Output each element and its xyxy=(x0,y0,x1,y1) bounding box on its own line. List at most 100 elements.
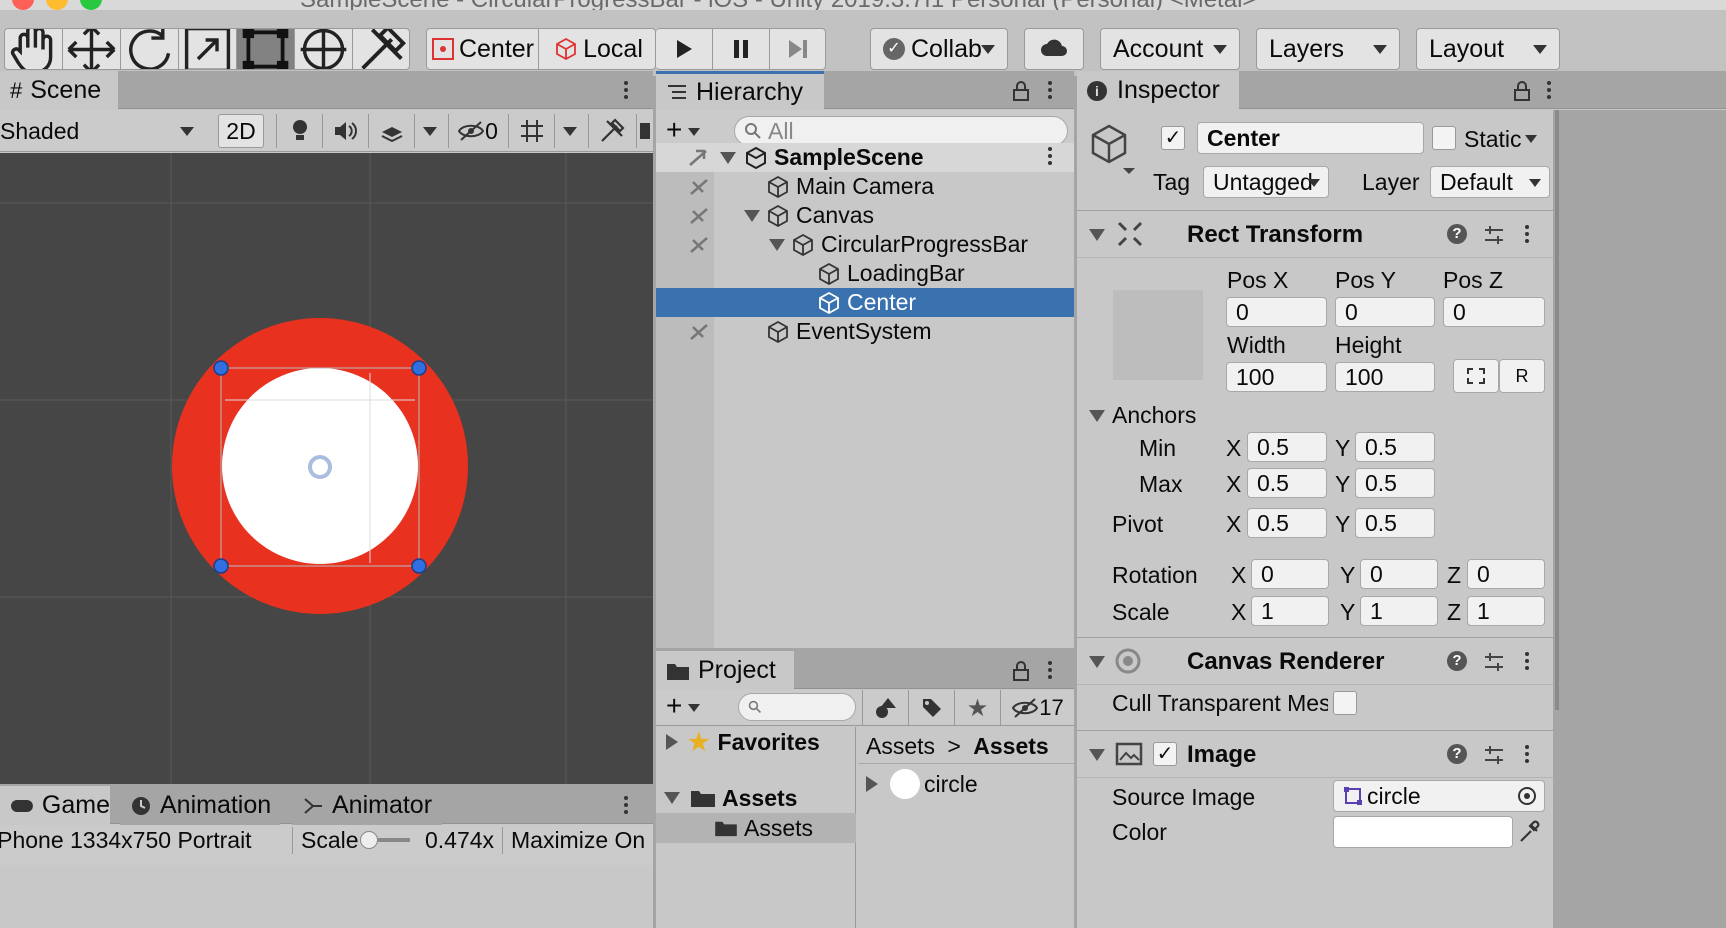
scene-row-menu-icon[interactable] xyxy=(1048,145,1054,169)
layout-dropdown[interactable]: Layout xyxy=(1416,28,1560,70)
create-button[interactable]: + xyxy=(666,116,701,144)
inspector-menu-icon[interactable] xyxy=(1547,79,1553,103)
hidden-eye-icon[interactable] xyxy=(688,176,712,198)
expand-triangle-icon[interactable] xyxy=(664,792,680,804)
anchor-min-x-field[interactable]: 0.5 xyxy=(1247,432,1327,462)
hierarchy-item-canvas[interactable]: Canvas xyxy=(656,201,1074,230)
favorites-row[interactable]: ★ Favorites xyxy=(656,727,856,757)
effects-dropdown[interactable] xyxy=(414,114,444,148)
custom-tool-icon[interactable] xyxy=(353,29,409,69)
raw-edit-button[interactable]: R xyxy=(1499,359,1545,393)
tag-dropdown[interactable]: Untagged xyxy=(1203,166,1329,198)
hierarchy-menu-icon[interactable] xyxy=(1048,79,1054,103)
pos-z-field[interactable]: 0 xyxy=(1443,297,1545,327)
pivot-center-button[interactable]: Center xyxy=(427,29,539,69)
tab-hierarchy[interactable]: Hierarchy xyxy=(656,71,824,110)
eyedropper-icon[interactable] xyxy=(1517,819,1543,845)
lighting-toggle[interactable] xyxy=(276,114,322,148)
step-button[interactable] xyxy=(770,29,825,69)
scale-z-field[interactable]: 1 xyxy=(1467,596,1545,626)
canvas-renderer-header[interactable]: Canvas Renderer ? xyxy=(1077,637,1553,685)
tab-project[interactable]: Project xyxy=(656,651,794,690)
scene-canvas[interactable] xyxy=(0,153,653,784)
rotation-x-field[interactable]: 0 xyxy=(1251,559,1329,589)
image-enabled-checkbox[interactable]: ✓ xyxy=(1153,742,1177,766)
rect-tool-icon[interactable] xyxy=(237,29,295,69)
presets-icon[interactable] xyxy=(1483,744,1505,766)
lock-icon[interactable] xyxy=(1513,80,1531,102)
minimize-window-button[interactable] xyxy=(46,0,68,10)
presets-icon[interactable] xyxy=(1483,651,1505,673)
scene-toolbar-overflow[interactable] xyxy=(636,114,653,148)
zoom-window-button[interactable] xyxy=(80,0,102,10)
blueprint-mode-button[interactable] xyxy=(1453,359,1499,393)
create-asset-button[interactable]: + xyxy=(666,692,701,720)
hidden-eye-icon[interactable] xyxy=(686,147,712,169)
expand-triangle-icon[interactable] xyxy=(769,239,785,251)
effects-toggle[interactable] xyxy=(368,114,414,148)
layers-dropdown[interactable]: Layers xyxy=(1256,28,1400,70)
hidden-packages-toggle[interactable]: 17 xyxy=(1000,690,1074,726)
hierarchy-item-event-system[interactable]: EventSystem xyxy=(656,317,1074,346)
anchors-triangle-icon[interactable] xyxy=(1089,410,1105,422)
collapse-triangle-icon[interactable] xyxy=(1089,656,1105,668)
project-menu-icon[interactable] xyxy=(1048,659,1054,683)
move-tool-icon[interactable] xyxy=(63,29,121,69)
layer-dropdown[interactable]: Default xyxy=(1430,166,1550,198)
help-icon[interactable]: ? xyxy=(1447,651,1467,671)
scale-x-field[interactable]: 1 xyxy=(1251,596,1329,626)
resolution-dropdown[interactable]: iPhone 1334x750 Portrait xyxy=(0,827,252,854)
anchor-presets-button[interactable] xyxy=(1113,290,1203,380)
tab-scene[interactable]: # Scene xyxy=(0,71,118,110)
pause-button[interactable] xyxy=(713,29,770,69)
source-image-field[interactable]: circle xyxy=(1333,780,1545,812)
grid-toggle[interactable] xyxy=(508,114,554,148)
expand-triangle-icon[interactable] xyxy=(666,734,678,750)
hidden-eye-icon[interactable] xyxy=(688,321,712,343)
scene-root-row[interactable]: SampleScene xyxy=(656,143,1074,172)
tab-animation[interactable]: Animation xyxy=(120,786,280,825)
width-field[interactable]: 100 xyxy=(1226,362,1327,392)
help-icon[interactable]: ? xyxy=(1447,744,1467,764)
collab-dropdown[interactable]: ✓ Collab xyxy=(870,28,1008,70)
static-checkbox[interactable] xyxy=(1432,126,1456,150)
resize-handle-bottom-right[interactable] xyxy=(411,558,427,574)
height-field[interactable]: 100 xyxy=(1335,362,1435,392)
shading-mode-dropdown[interactable]: Shaded xyxy=(0,114,208,148)
hierarchy-search-input[interactable]: All xyxy=(734,116,1068,146)
static-dropdown-icon[interactable] xyxy=(1525,135,1537,143)
grid-dropdown[interactable] xyxy=(554,114,584,148)
hierarchy-item-center[interactable]: Center xyxy=(656,288,1074,317)
pivot-x-field[interactable]: 0.5 xyxy=(1247,508,1327,538)
assets-subfolder-row[interactable]: Assets xyxy=(656,813,856,843)
filter-by-label-button[interactable] xyxy=(908,690,954,726)
inspector-scrollbar[interactable] xyxy=(1555,110,1559,710)
center-circle[interactable] xyxy=(222,368,418,564)
lock-icon[interactable] xyxy=(1012,660,1030,682)
resize-handle-top-left[interactable] xyxy=(213,360,229,376)
cloud-button[interactable] xyxy=(1024,28,1084,70)
component-menu-icon[interactable] xyxy=(1525,743,1531,767)
hierarchy-item-circular-progress-bar[interactable]: CircularProgressBar xyxy=(656,230,1074,259)
object-name-input[interactable]: Center xyxy=(1197,122,1424,154)
maximize-on-play-toggle[interactable]: Maximize On Play xyxy=(502,827,653,854)
rotate-tool-icon[interactable] xyxy=(121,29,179,69)
tab-inspector[interactable]: i Inspector xyxy=(1077,71,1239,110)
scene-viewport[interactable] xyxy=(0,153,653,784)
tab-game[interactable]: Game xyxy=(0,786,110,825)
filter-by-type-button[interactable] xyxy=(862,690,908,726)
scale-tool-icon[interactable] xyxy=(179,29,237,69)
hidden-objects-toggle[interactable]: 0 xyxy=(448,114,506,148)
pivot-y-field[interactable]: 0.5 xyxy=(1355,508,1435,538)
breadcrumb-root[interactable]: Assets xyxy=(866,733,935,759)
anchor-max-y-field[interactable]: 0.5 xyxy=(1355,468,1435,498)
static-label[interactable]: Static xyxy=(1464,126,1522,153)
color-field[interactable] xyxy=(1333,816,1513,848)
help-icon[interactable]: ? xyxy=(1447,224,1467,244)
gameobject-icon[interactable] xyxy=(1089,122,1135,174)
component-menu-icon[interactable] xyxy=(1525,223,1531,247)
pivot-local-button[interactable]: Local xyxy=(539,29,655,69)
gizmos-toggle[interactable] xyxy=(588,114,634,148)
rect-transform-header[interactable]: Rect Transform ? xyxy=(1077,210,1553,258)
presets-icon[interactable] xyxy=(1483,224,1505,246)
